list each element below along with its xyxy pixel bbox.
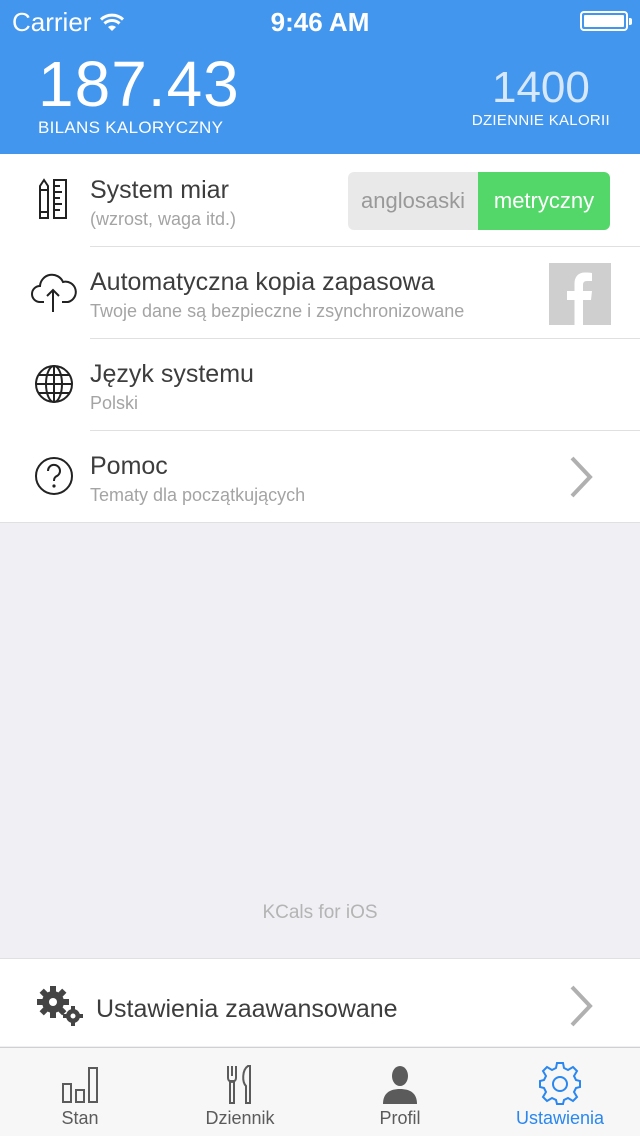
chevron-right-icon xyxy=(570,456,593,498)
language-title: Język systemu xyxy=(90,360,254,388)
chevron-right-icon xyxy=(570,985,593,1027)
metric-option[interactable]: metryczny xyxy=(478,172,610,230)
units-title: System miar xyxy=(90,176,229,204)
daily-label: DZIENNIE KALORII xyxy=(471,112,610,129)
tab-profil[interactable]: Profil xyxy=(320,1048,480,1136)
calorie-balance: 187.43 BILANS KALORYCZNY xyxy=(38,50,240,138)
tab-label: Stan xyxy=(61,1108,99,1128)
settings-list: System miar (wzrost, waga itd.) anglosas… xyxy=(0,154,640,523)
backup-row[interactable]: Automatyczna kopia zapasowa Twoje dane s… xyxy=(0,246,640,338)
bar-chart-icon xyxy=(62,1067,98,1103)
pencil-ruler-icon xyxy=(39,178,67,219)
status-bar: Carrier 9:46 AM xyxy=(0,0,640,40)
globe-icon xyxy=(35,365,73,403)
battery-icon xyxy=(580,11,632,31)
backup-subtitle: Twoje dane są bezpieczne i zsynchronizow… xyxy=(90,301,465,321)
header-bar: Carrier 9:46 AM 187.43 BILANS KALORYCZNY… xyxy=(0,0,640,154)
advanced-settings-row[interactable]: Ustawienia zaawansowane xyxy=(0,958,640,1046)
balance-label: BILANS KALORYCZNY xyxy=(38,118,224,137)
tab-label: Profil xyxy=(379,1108,421,1128)
tab-bar: Stan Dziennik Profil Ustawienia xyxy=(0,1047,640,1136)
imperial-option[interactable]: anglosaski xyxy=(348,172,478,230)
help-title: Pomoc xyxy=(90,452,168,480)
gear-icon xyxy=(539,1062,581,1105)
units-subtitle: (wzrost, waga itd.) xyxy=(90,209,237,229)
tab-label: Ustawienia xyxy=(515,1108,605,1128)
tab-stan[interactable]: Stan xyxy=(0,1048,160,1136)
language-subtitle: Polski xyxy=(90,393,139,413)
app-credit: KCals for iOS xyxy=(262,902,378,923)
help-row[interactable]: Pomoc Tematy dla początkujących xyxy=(0,430,640,522)
fork-knife-icon xyxy=(227,1065,251,1104)
daily-calories: 1400 DZIENNIE KALORII xyxy=(471,63,610,130)
gears-icon xyxy=(37,986,83,1026)
advanced-title: Ustawienia zaawansowane xyxy=(96,995,398,1023)
person-icon xyxy=(383,1066,417,1104)
cloud-upload-icon xyxy=(31,273,77,312)
language-row[interactable]: Język systemu Polski xyxy=(0,338,640,430)
tab-dziennik[interactable]: Dziennik xyxy=(160,1048,320,1136)
question-mark-icon xyxy=(35,457,73,495)
facebook-icon[interactable] xyxy=(549,263,611,325)
units-toggle[interactable]: anglosaski metryczny xyxy=(348,172,610,230)
units-row: System miar (wzrost, waga itd.) anglosas… xyxy=(0,154,640,246)
balance-value: 187.43 xyxy=(38,48,240,120)
tab-ustawienia[interactable]: Ustawienia xyxy=(480,1048,640,1136)
tab-label: Dziennik xyxy=(205,1108,275,1128)
backup-title: Automatyczna kopia zapasowa xyxy=(90,268,435,296)
status-time: 9:46 AM xyxy=(270,7,370,37)
daily-value: 1400 xyxy=(491,63,590,112)
help-subtitle: Tematy dla początkujących xyxy=(90,485,306,505)
